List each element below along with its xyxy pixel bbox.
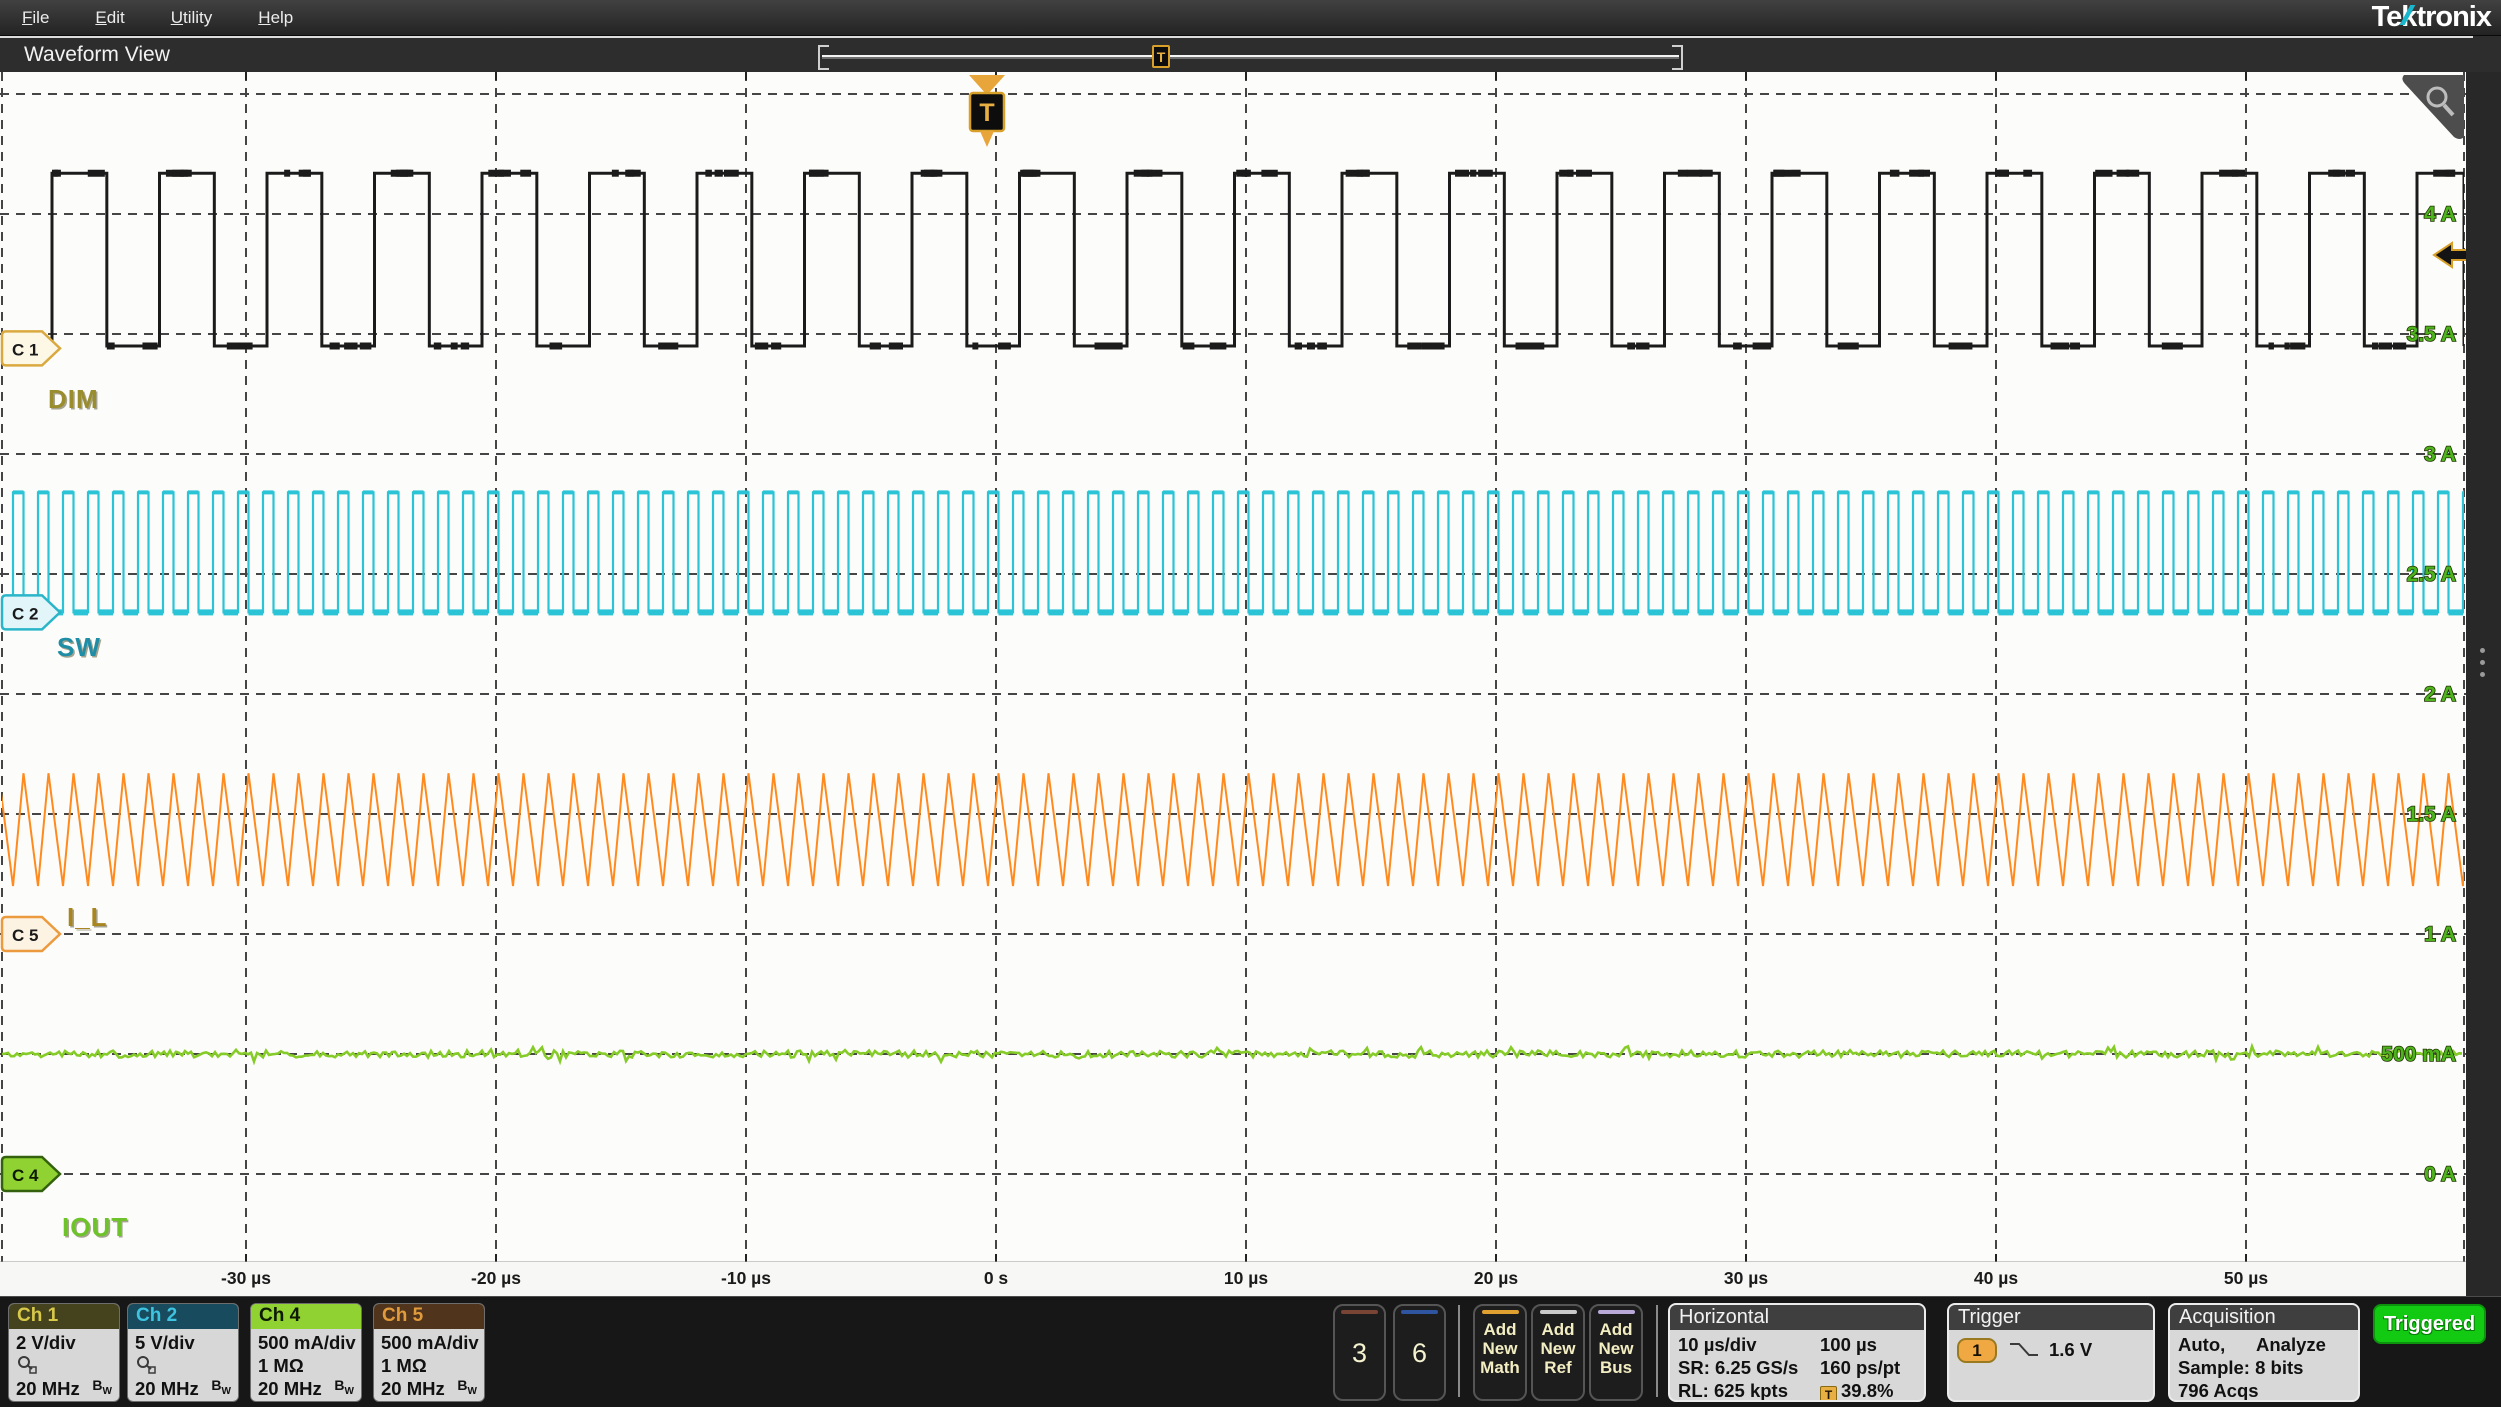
y-axis-label: 2 A: [2424, 683, 2456, 706]
add-new-math-button[interactable]: Add New Math: [1473, 1304, 1527, 1401]
channel-marker-id: C 5: [12, 926, 38, 945]
time-axis-label: 40 µs: [1973, 1268, 2019, 1288]
time-axis-label: 0 s: [983, 1268, 1009, 1288]
time-axis-label: -30 µs: [221, 1268, 271, 1288]
menu-edit[interactable]: Edit: [95, 8, 124, 28]
ch4-scale: 500 mA/div: [258, 1332, 356, 1353]
bandwidth-limit-icon: BW: [457, 1377, 477, 1397]
y-axis-label: 3 A: [2424, 443, 2456, 466]
right-drawer-strip: [2466, 72, 2501, 1296]
tab-waveform-view[interactable]: Waveform View: [24, 43, 170, 67]
ch5-bandwidth: 20 MHz: [381, 1378, 445, 1399]
time-axis-label: -20 µs: [471, 1268, 521, 1288]
time-axis-label: 50 µs: [2223, 1268, 2269, 1288]
y-axis-label: 3.5 A: [2407, 323, 2456, 346]
waveform-label-sw: SW: [57, 632, 101, 662]
trigger-panel[interactable]: Trigger 1 1.6 V: [1947, 1303, 2155, 1402]
acquisition-sample: Sample: 8 bits: [2178, 1357, 2304, 1378]
channel-marker-id: C 2: [12, 604, 38, 623]
y-axis-label: 1.5 A: [2407, 803, 2456, 826]
y-axis-label: 2.5 A: [2407, 563, 2456, 586]
oscilloscope-app: File Edit Utility Help Tektronix Wavefor…: [0, 0, 2501, 1407]
svg-text:T: T: [979, 99, 994, 127]
acquisition-analyze: Analyze: [2256, 1334, 2326, 1355]
waveform-label-dim: DIM: [48, 384, 99, 414]
ch4-header: Ch 4: [251, 1304, 361, 1329]
y-axis-label: 1 A: [2424, 923, 2456, 946]
ch2-scale: 5 V/div: [135, 1332, 195, 1353]
trigger-source-badge: 1: [1957, 1338, 1997, 1363]
horizontal-panel[interactable]: Horizontal 10 µs/div 100 µs SR: 6.25 GS/s…: [1668, 1303, 1926, 1402]
waveform-graticule[interactable]: 4 A 3.5 A 3 A 2.5 A 2 A 1.5 A 1 A 500 mA 0 A C 1 C…: [0, 72, 2466, 1296]
trigger-position-icon: T: [1820, 1386, 1837, 1400]
overview-record-line: [822, 55, 1679, 57]
ch5-header: Ch 5: [374, 1304, 484, 1329]
channel-badge-ch5[interactable]: Ch 5 500 mA/div 1 MΩ 20 MHz BW: [373, 1303, 485, 1402]
acquisition-panel-title: Acquisition: [2170, 1305, 2358, 1330]
tab-bar: Waveform View T: [0, 36, 2501, 72]
acquisition-panel[interactable]: Acquisition Auto, Analyze Sample: 8 bits …: [2168, 1303, 2360, 1402]
overview-trigger-marker-icon[interactable]: T: [1152, 45, 1170, 68]
menu-utility[interactable]: Utility: [171, 8, 213, 28]
overview-right-bracket-icon[interactable]: [1672, 45, 1683, 70]
y-axis-label: 500 mA: [2381, 1043, 2456, 1066]
horizontal-window: 100 µs: [1820, 1334, 1877, 1355]
ch2-header: Ch 2: [128, 1304, 238, 1329]
separator: [1458, 1305, 1460, 1397]
channel-badge-ch1[interactable]: Ch 1 2 V/div 20 MHz BW: [8, 1303, 120, 1402]
waveform-label-iout: IOUT: [62, 1212, 129, 1242]
time-axis-label: 20 µs: [1473, 1268, 1519, 1288]
menu-file[interactable]: File: [22, 8, 49, 28]
falling-edge-icon: [2010, 1343, 2038, 1356]
tab-topline: [0, 36, 2473, 38]
tektronix-logo: Tektronix: [2371, 1, 2492, 33]
ch5-scale: 500 mA/div: [381, 1332, 479, 1353]
channel-3-button[interactable]: 3: [1333, 1304, 1386, 1401]
status-bar: Ch 1 2 V/div 20 MHz BW Ch 2 5 V/div 20 MH…: [0, 1296, 2501, 1407]
trigger-level: 1.6 V: [2049, 1339, 2093, 1360]
channel-marker-id: C 4: [12, 1166, 39, 1185]
channel-badge-ch4[interactable]: Ch 4 500 mA/div 1 MΩ 20 MHz BW: [250, 1303, 362, 1402]
menu-bar: File Edit Utility Help Tektronix: [0, 0, 2501, 36]
add-new-bus-button[interactable]: Add New Bus: [1589, 1304, 1643, 1401]
time-axis-label: 30 µs: [1723, 1268, 1769, 1288]
ch4-bandwidth: 20 MHz: [258, 1378, 322, 1399]
resolution: 160 ps/pt: [1820, 1357, 1901, 1378]
sample-rate: SR: 6.25 GS/s: [1678, 1357, 1799, 1378]
acquisition-mode: Auto,: [2178, 1334, 2226, 1355]
bandwidth-limit-icon: BW: [92, 1377, 112, 1397]
acquisition-count: 796 Acqs: [2178, 1380, 2259, 1401]
horizontal-overview-bar[interactable]: T: [818, 45, 1683, 70]
drawer-handle-icon[interactable]: [2480, 648, 2485, 677]
waveform-label-i_l: I_L: [67, 902, 108, 932]
y-axis-label: 4 A: [2424, 203, 2456, 226]
time-axis-label: -10 µs: [721, 1268, 771, 1288]
ch2-bandwidth: 20 MHz: [135, 1378, 199, 1399]
trigger-panel-title: Trigger: [1949, 1305, 2153, 1330]
separator: [1656, 1305, 1658, 1397]
triggered-status-badge: Triggered: [2373, 1304, 2486, 1344]
add-new-ref-button[interactable]: Add New Ref: [1531, 1304, 1585, 1401]
ch1-header: Ch 1: [9, 1304, 119, 1329]
bandwidth-limit-icon: BW: [334, 1377, 354, 1397]
ch1-bandwidth: 20 MHz: [16, 1378, 80, 1399]
time-axis-label: 10 µs: [1223, 1268, 1269, 1288]
bandwidth-limit-icon: BW: [211, 1377, 231, 1397]
horizontal-panel-title: Horizontal: [1670, 1305, 1924, 1330]
ch1-scale: 2 V/div: [16, 1332, 76, 1353]
channel-marker-id: C 1: [12, 340, 38, 359]
y-axis-label: 0 A: [2424, 1163, 2456, 1186]
trigger-position: T 39.8%: [1820, 1379, 1893, 1400]
record-length: RL: 625 kpts: [1678, 1380, 1789, 1401]
overview-left-bracket-icon[interactable]: [818, 45, 829, 70]
channel-6-button[interactable]: 6: [1393, 1304, 1446, 1401]
channel-badge-ch2[interactable]: Ch 2 5 V/div 20 MHz BW: [127, 1303, 239, 1402]
menu-help[interactable]: Help: [258, 8, 293, 28]
horizontal-scale: 10 µs/div: [1678, 1334, 1757, 1355]
time-axis-labels: -30 µs -20 µs -10 µs 0 s 10 µs 20 µs 30 µs 40 µ…: [0, 1262, 2466, 1296]
